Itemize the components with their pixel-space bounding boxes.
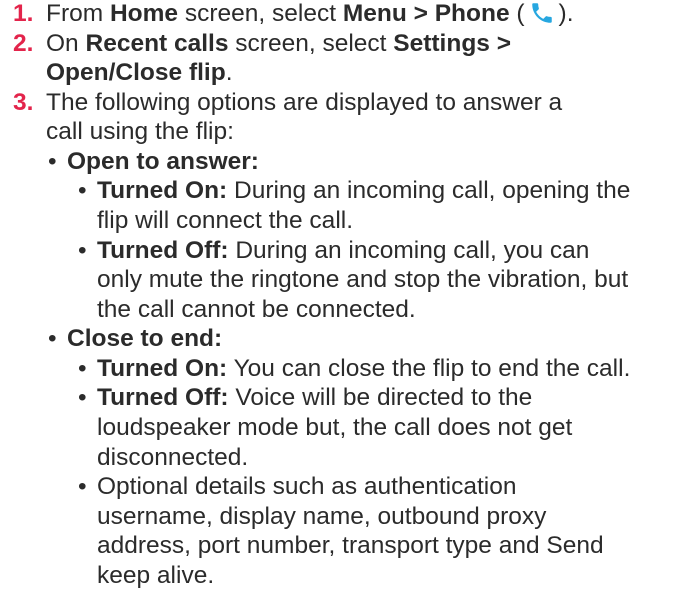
step-2-text-cont: Open/Close flip. [46, 59, 233, 86]
bullet: • [78, 237, 87, 264]
bullet: • [48, 148, 57, 175]
step-number: 3. [13, 89, 34, 116]
optional-details-text: Optional details such as authentication [97, 473, 517, 500]
optional-details-cont: username, display name, outbound proxy [97, 503, 547, 530]
bullet: • [78, 355, 87, 382]
step-3-text-cont: call using the flip: [46, 118, 234, 145]
recent-calls-label: Recent calls [85, 30, 229, 57]
step-1-text: From Home screen, select Menu > Phone ()… [46, 0, 574, 27]
open-close-flip-label: Open/Close flip [46, 59, 226, 86]
bullet: • [78, 384, 87, 411]
open-to-answer-title: Open to answer: [67, 148, 259, 175]
instructions-document: 1. From Home screen, select Menu > Phone… [0, 0, 673, 593]
phone-icon [531, 3, 552, 23]
bullet: • [78, 177, 87, 204]
close-turned-off-text: Turned Off: Voice will be directed to th… [97, 384, 533, 411]
bullet: • [48, 325, 57, 352]
close-turned-off-cont: loudspeaker mode but, the call does not … [97, 414, 573, 441]
bullet: • [78, 473, 87, 500]
menu-phone-label: Menu > Phone [342, 0, 510, 27]
close-to-end-title: Close to end: [67, 325, 223, 352]
step-3-text: The following options are displayed to a… [46, 89, 563, 116]
step-number: 1. [13, 0, 34, 27]
step-2-text: On Recent calls screen, select Settings … [46, 30, 512, 57]
close-turned-off-cont: disconnected. [97, 444, 249, 471]
open-turned-on-cont: flip will connect the call. [97, 207, 354, 234]
step-number: 2. [13, 30, 34, 57]
open-turned-off-text: Turned Off: During an incoming call, you… [97, 237, 590, 264]
optional-details-cont: address, port number, transport type and… [97, 532, 604, 559]
home-label: Home [109, 0, 179, 27]
open-turned-off-cont: the call cannot be connected. [97, 296, 416, 323]
settings-label: Settings > [393, 30, 512, 57]
optional-details-cont: keep alive. [97, 562, 215, 589]
open-turned-off-cont: only mute the ringtone and stop the vibr… [97, 266, 629, 293]
open-turned-on-text: Turned On: During an incoming call, open… [97, 177, 631, 204]
close-turned-on-text: Turned On: You can close the flip to end… [97, 355, 631, 382]
